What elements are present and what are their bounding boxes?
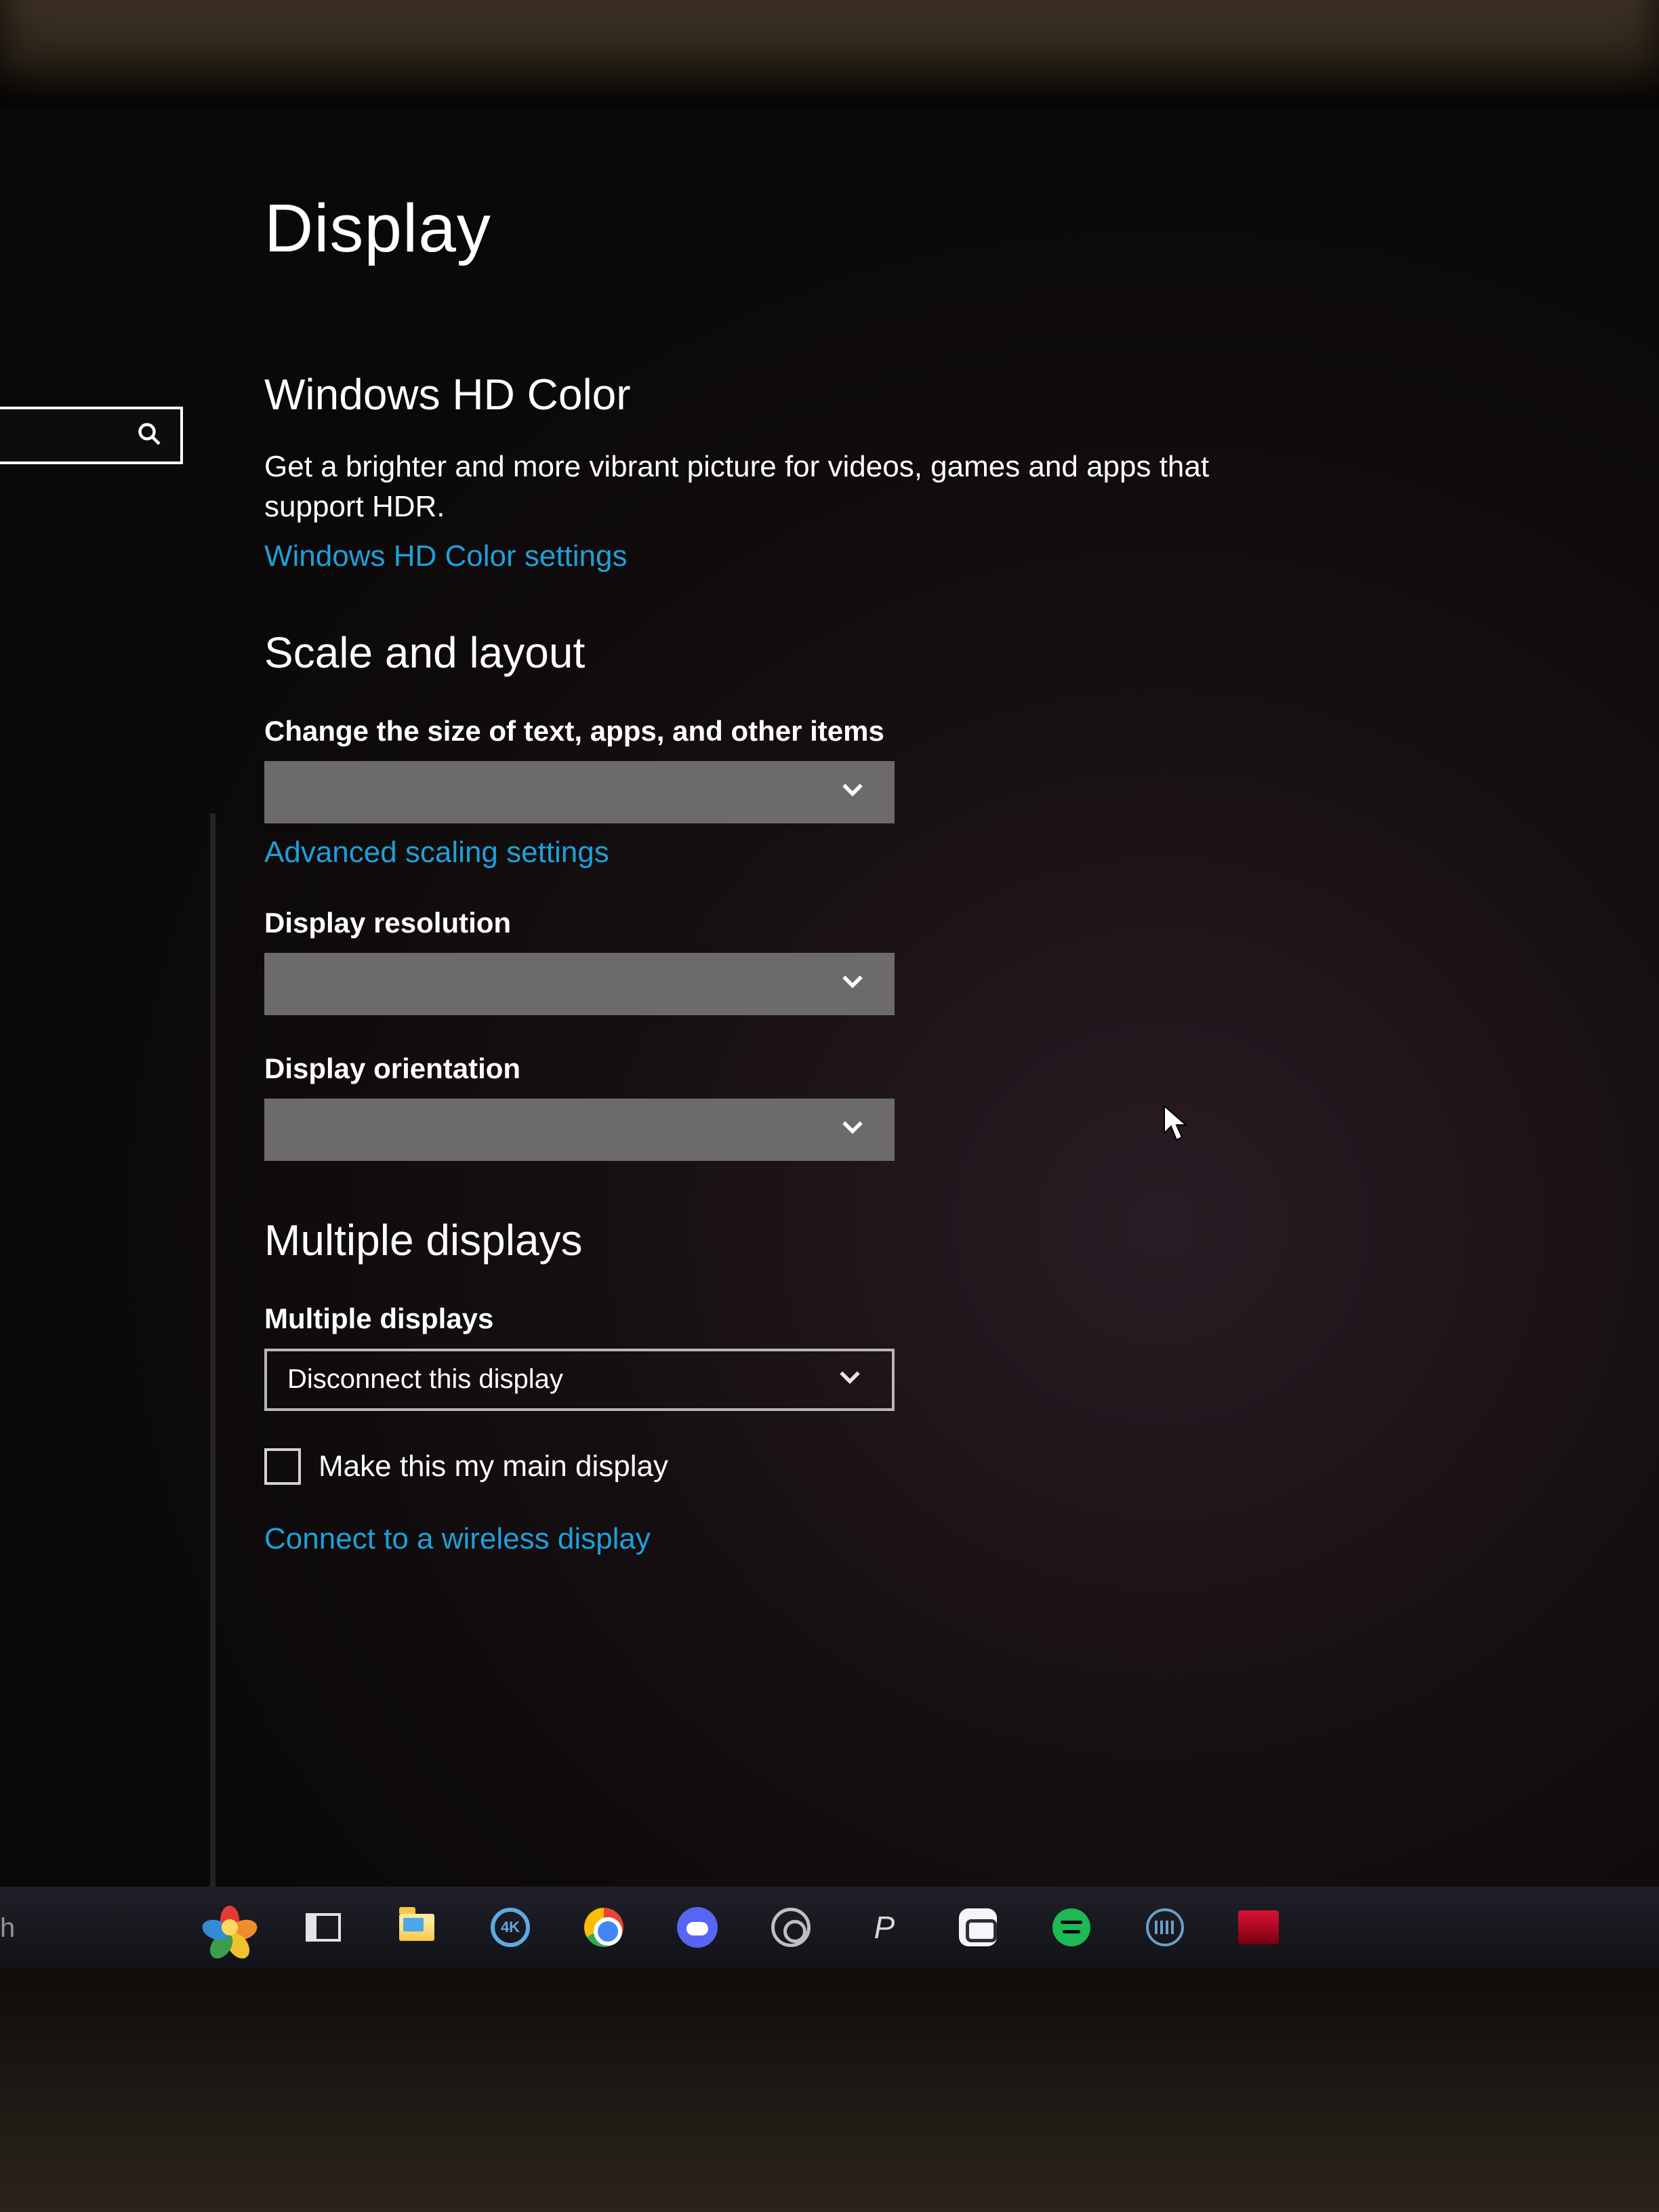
chrome-icon: [584, 1908, 623, 1947]
taskbar-4k-downloader[interactable]: 4K: [484, 1901, 537, 1954]
multiple-displays-value: Disconnect this display: [287, 1364, 563, 1395]
advanced-scaling-link[interactable]: Advanced scaling settings: [264, 836, 609, 869]
scale-size-dropdown[interactable]: [264, 761, 895, 823]
hdcolor-settings-link[interactable]: Windows HD Color settings: [264, 539, 628, 573]
taskbar-discord[interactable]: [671, 1901, 724, 1954]
section-hdcolor: Windows HD Color: [264, 369, 1416, 419]
settings-content: Display Windows HD Color Get a brighter …: [264, 190, 1416, 1556]
resolution-label: Display resolution: [264, 907, 1416, 939]
chevron-down-icon: [838, 966, 867, 1002]
taskbar-search-fragment[interactable]: h: [0, 1913, 15, 1944]
main-display-checkbox-row[interactable]: Make this my main display: [264, 1448, 1416, 1485]
chevron-down-icon: [835, 1361, 865, 1398]
section-multiple-displays: Multiple displays: [264, 1215, 1416, 1265]
obs-icon: [771, 1908, 811, 1947]
mouse-cursor: [1162, 1105, 1191, 1146]
wireless-display-link[interactable]: Connect to a wireless display: [264, 1522, 651, 1556]
chevron-down-icon: [838, 1111, 867, 1148]
taskbar-red-app[interactable]: [1232, 1901, 1285, 1954]
laptop-bezel-bottom: [0, 1968, 1659, 2212]
taskbar-keyboard[interactable]: [1139, 1901, 1191, 1954]
taskbar-obs[interactable]: [764, 1901, 817, 1954]
taskbar-spotify[interactable]: [1045, 1901, 1098, 1954]
taskbar-file-explorer[interactable]: [390, 1901, 443, 1954]
fourk-icon: 4K: [491, 1908, 530, 1947]
taskbar-streamlabs[interactable]: [951, 1901, 1004, 1954]
chevron-down-icon: [838, 774, 867, 811]
multiple-displays-label: Multiple displays: [264, 1303, 1416, 1335]
spotify-icon: [1052, 1908, 1090, 1946]
scale-size-label: Change the size of text, apps, and other…: [264, 715, 1416, 747]
folder-icon: [399, 1914, 434, 1941]
discord-icon: [677, 1907, 718, 1948]
screen-area: Display Windows HD Color Get a brighter …: [0, 108, 1659, 1968]
section-scale: Scale and layout: [264, 628, 1416, 678]
flower-icon: [205, 1903, 254, 1952]
resolution-dropdown[interactable]: [264, 953, 895, 1015]
scrollbar-track[interactable]: [210, 813, 216, 1931]
taskbar-p-app[interactable]: P: [858, 1901, 911, 1954]
taskbar-chrome[interactable]: [577, 1901, 630, 1954]
letter-p-icon: P: [874, 1909, 895, 1946]
sidebar-search-input[interactable]: [0, 407, 183, 464]
hdcolor-description: Get a brighter and more vibrant picture …: [264, 447, 1308, 527]
taskbar-task-view[interactable]: [297, 1901, 350, 1954]
settings-window: Display Windows HD Color Get a brighter …: [0, 108, 1659, 1968]
keyboard-icon: [1146, 1908, 1184, 1946]
page-title: Display: [264, 190, 1416, 268]
red-app-icon: [1238, 1910, 1279, 1944]
multiple-displays-dropdown[interactable]: Disconnect this display: [264, 1349, 895, 1411]
main-display-checkbox-label: Make this my main display: [319, 1450, 668, 1483]
taskbar: h 4K: [0, 1887, 1659, 1968]
orientation-label: Display orientation: [264, 1052, 1416, 1085]
orientation-dropdown[interactable]: [264, 1099, 895, 1161]
laptop-bezel-top: [0, 0, 1659, 108]
task-view-icon: [306, 1913, 341, 1942]
taskbar-photos-app[interactable]: [203, 1901, 256, 1954]
streamlabs-icon: [959, 1908, 997, 1946]
search-icon: [137, 422, 161, 449]
checkbox-icon: [264, 1448, 301, 1485]
